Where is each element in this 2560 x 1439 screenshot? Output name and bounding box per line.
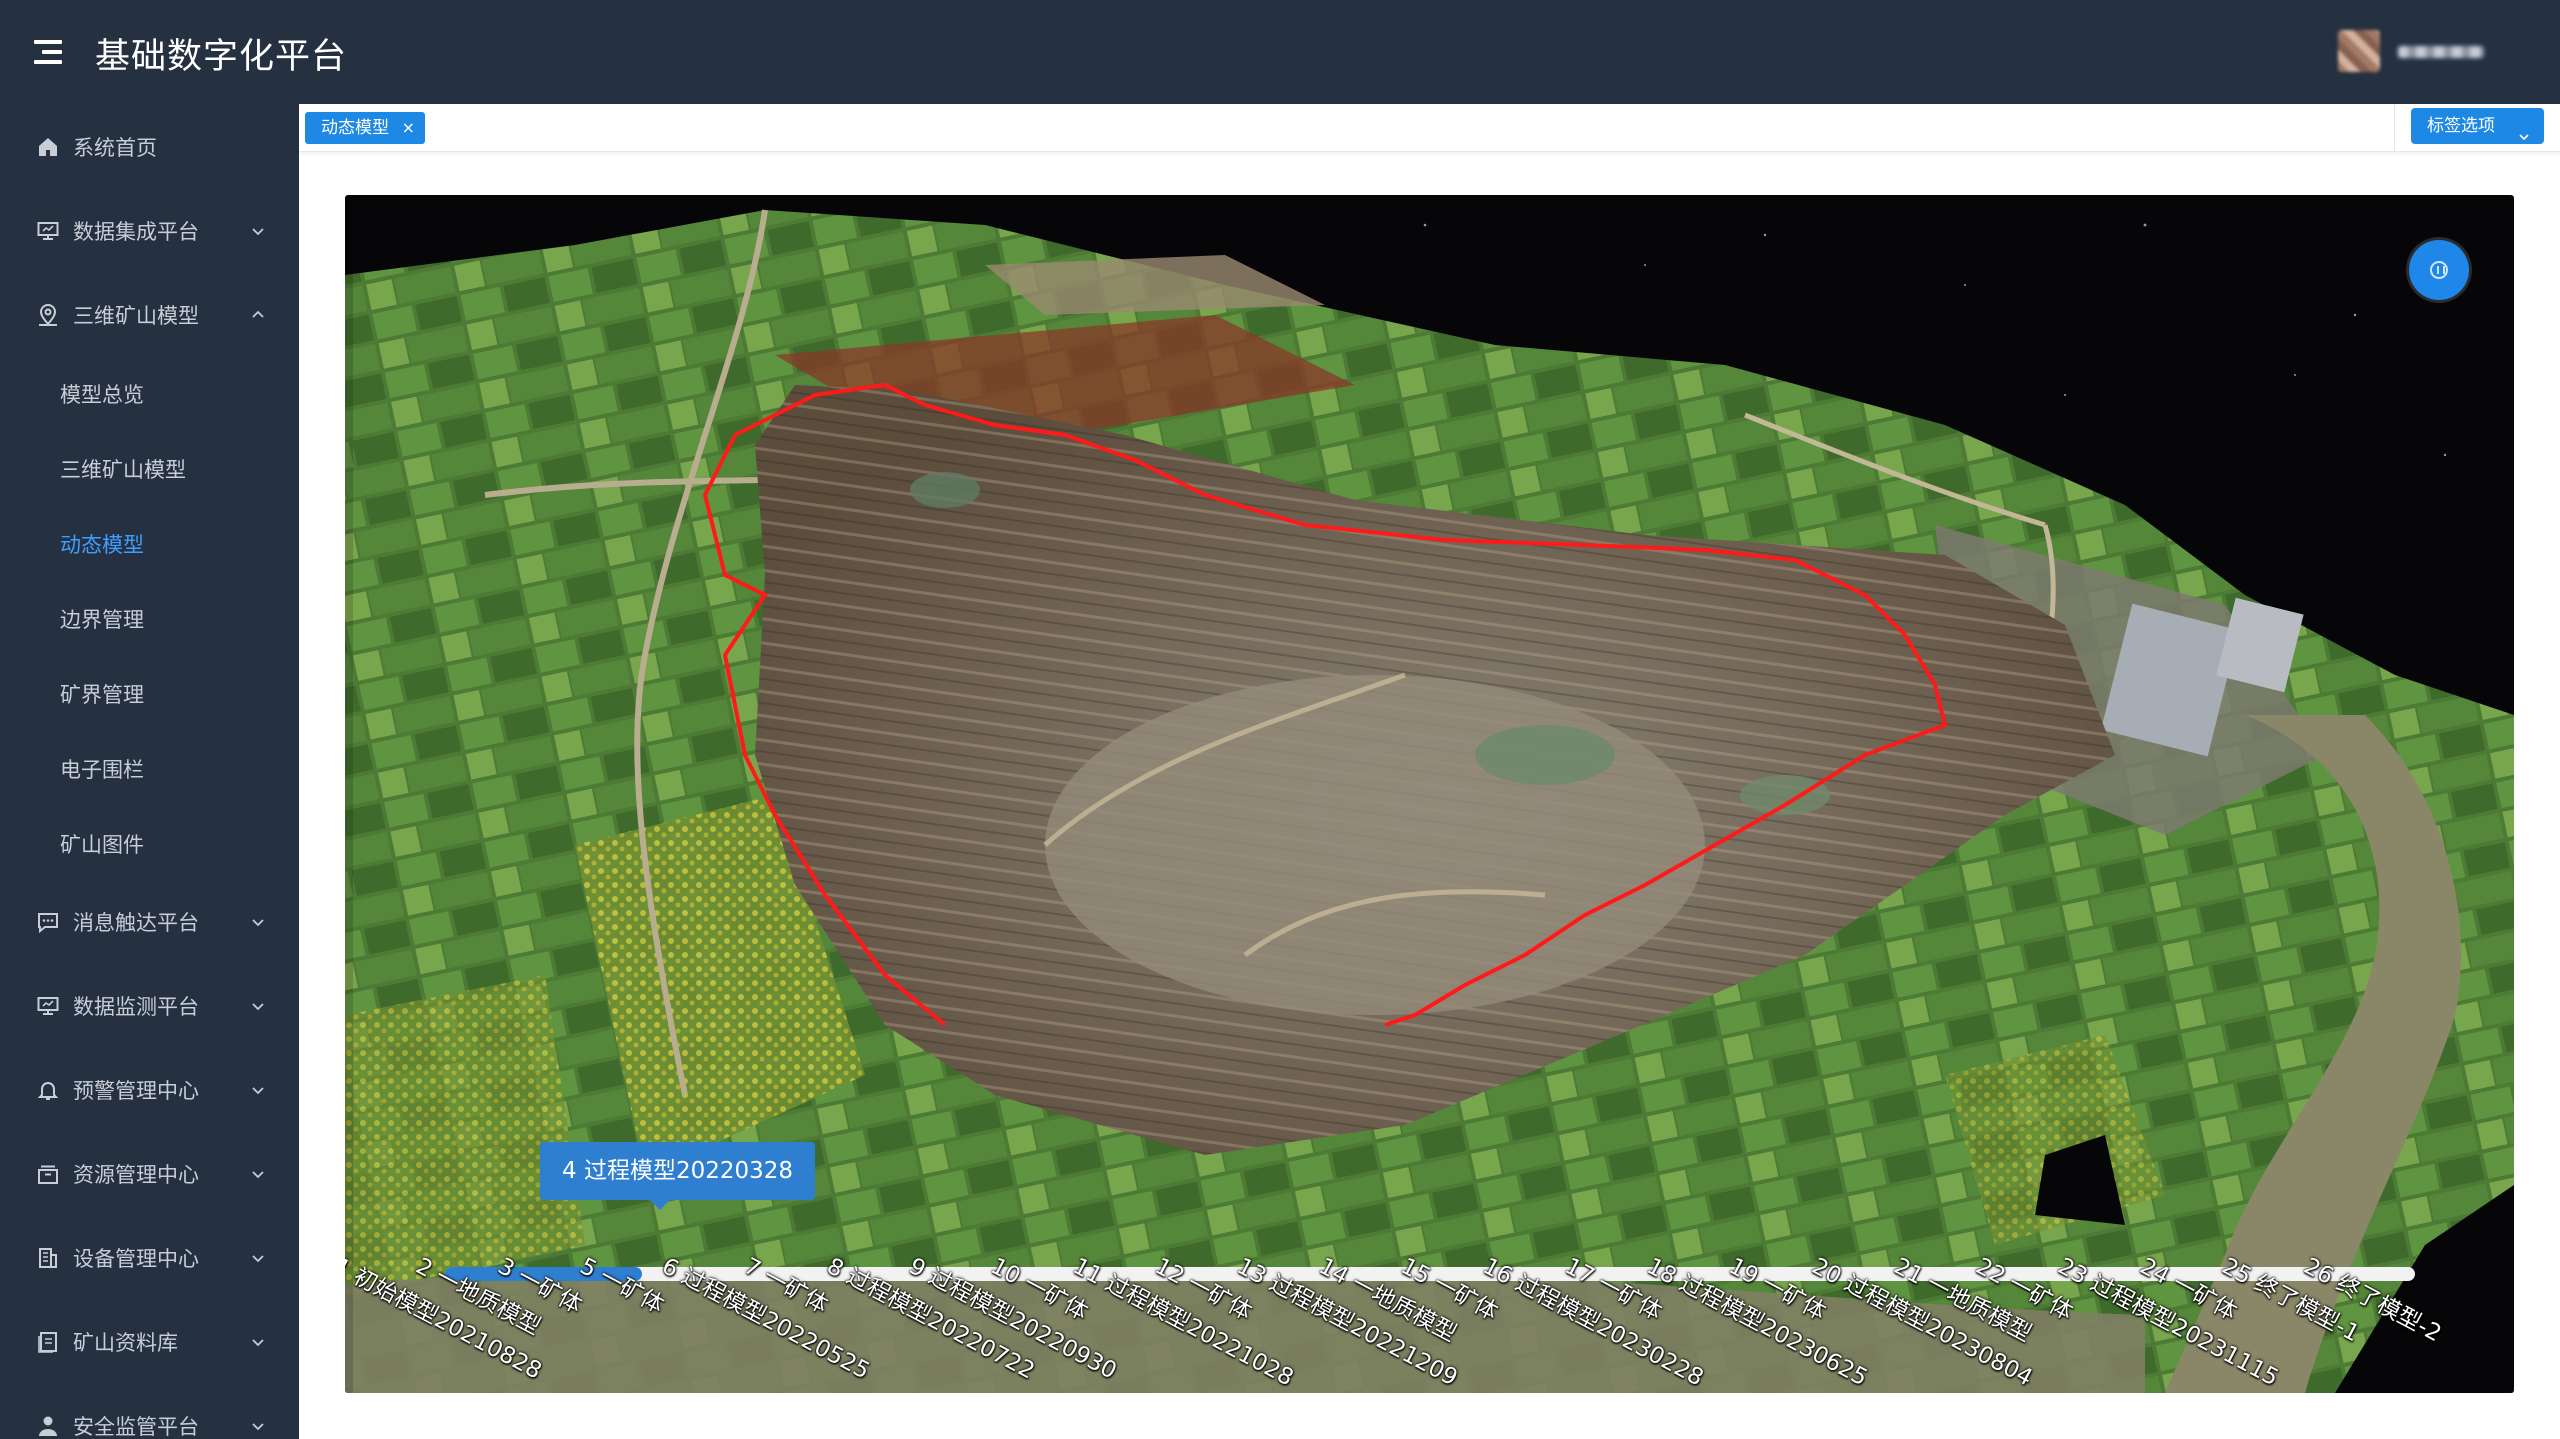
sidebar-item-message-platform[interactable]: 消息触达平台 xyxy=(0,890,299,954)
timeline-tooltip: 4 过程模型20220328 xyxy=(540,1142,816,1210)
sidebar-subitem-label: 边界管理 xyxy=(60,608,144,632)
sidebar-item-label: 三维矿山模型 xyxy=(73,304,199,328)
sidebar-item-home[interactable]: 系统首页 xyxy=(0,115,299,179)
sidebar-subitem-label: 模型总览 xyxy=(60,383,144,407)
sidebar-subitem-label: 三维矿山模型 xyxy=(60,458,186,482)
location-icon xyxy=(36,303,60,327)
sidebar-item-data-integration[interactable]: 数据集成平台 xyxy=(0,199,299,263)
tab-label: 动态模型 xyxy=(321,118,389,138)
sidebar-item-label: 系统首页 xyxy=(73,136,157,160)
sidebar-subitem-electronic-fence[interactable]: 电子围栏 xyxy=(0,741,299,797)
document-icon xyxy=(36,1330,60,1354)
home-icon xyxy=(36,135,60,159)
sidebar-item-label: 矿山资料库 xyxy=(73,1331,178,1355)
tag-options-button[interactable]: 标签选项 xyxy=(2411,108,2544,144)
top-bar: 基础数字化平台 xyxy=(0,0,2560,104)
tags-divider xyxy=(2394,104,2395,152)
sidebar-item-label: 安全监管平台 xyxy=(73,1415,199,1439)
chevron-down-icon xyxy=(251,224,265,238)
sidebar-item-3d-mine-model[interactable]: 三维矿山模型 xyxy=(0,283,299,347)
sidebar-subitem-boundary-management[interactable]: 边界管理 xyxy=(0,591,299,647)
chevron-down-icon xyxy=(251,1167,265,1181)
chevron-down-icon xyxy=(251,1335,265,1349)
sidebar-item-safety-platform[interactable]: 安全监管平台 xyxy=(0,1394,299,1439)
sidebar-item-alert-center[interactable]: 预警管理中心 xyxy=(0,1058,299,1122)
bell-icon xyxy=(36,1078,60,1102)
user-icon xyxy=(36,1414,60,1438)
sidebar: 系统首页 数据集成平台 三维矿山模型 模型总览 三维矿山模型 动态模型 边界管理… xyxy=(0,104,299,1439)
message-icon xyxy=(36,910,60,934)
chevron-up-icon xyxy=(251,308,265,322)
sidebar-subitem-mine-maps[interactable]: 矿山图件 xyxy=(0,816,299,872)
sidebar-subitem-label: 动态模型 xyxy=(60,533,144,557)
sidebar-item-data-monitoring[interactable]: 数据监测平台 xyxy=(0,974,299,1038)
sidebar-subitem-dynamic-model[interactable]: 动态模型 xyxy=(0,516,299,572)
sidebar-item-label: 预警管理中心 xyxy=(73,1079,199,1103)
app-title: 基础数字化平台 xyxy=(95,37,348,77)
sidebar-item-label: 数据监测平台 xyxy=(73,995,199,1019)
mine-3d-scene[interactable] xyxy=(345,195,2514,1393)
sidebar-item-mine-library[interactable]: 矿山资料库 xyxy=(0,1310,299,1374)
sidebar-item-label: 资源管理中心 xyxy=(73,1163,199,1187)
menu-toggle-icon[interactable] xyxy=(34,40,62,64)
sidebar-item-label: 设备管理中心 xyxy=(73,1247,199,1271)
sidebar-item-label: 数据集成平台 xyxy=(73,220,199,244)
chevron-down-icon xyxy=(251,915,265,929)
tab-dynamic-model[interactable]: 动态模型 × xyxy=(305,112,425,144)
chevron-down-icon xyxy=(251,1419,265,1433)
sidebar-item-label: 消息触达平台 xyxy=(73,911,199,935)
tag-options-label: 标签选项 xyxy=(2427,116,2495,136)
box-icon xyxy=(36,1162,60,1186)
sidebar-subitem-model-overview[interactable]: 模型总览 xyxy=(0,366,299,422)
sidebar-subitem-label: 矿山图件 xyxy=(60,833,144,857)
chevron-down-icon xyxy=(251,1251,265,1265)
user-avatar[interactable] xyxy=(2338,30,2380,72)
chevron-down-icon xyxy=(251,1083,265,1097)
3d-model-viewer[interactable]: 4 过程模型20220328 1 初始模型20210828 2 ⼀地质模型 3 ⼀矿… xyxy=(345,195,2514,1393)
sidebar-item-resource-center[interactable]: 资源管理中心 xyxy=(0,1142,299,1206)
compass-icon[interactable] xyxy=(2409,240,2469,300)
tags-bar: 动态模型 × 标签选项 xyxy=(299,104,2560,152)
username[interactable] xyxy=(2398,46,2484,58)
chevron-down-icon xyxy=(2518,120,2530,141)
sidebar-subitem-mine-boundary-management[interactable]: 矿界管理 xyxy=(0,666,299,722)
sidebar-item-device-center[interactable]: 设备管理中心 xyxy=(0,1226,299,1290)
sidebar-subitem-3d-mine-model[interactable]: 三维矿山模型 xyxy=(0,441,299,497)
sidebar-subitem-label: 矿界管理 xyxy=(60,683,144,707)
monitor-icon xyxy=(36,994,60,1018)
sidebar-subitem-label: 电子围栏 xyxy=(60,758,144,782)
monitor-icon xyxy=(36,219,60,243)
building-icon xyxy=(36,1246,60,1270)
chevron-down-icon xyxy=(251,999,265,1013)
close-icon[interactable]: × xyxy=(402,112,415,144)
